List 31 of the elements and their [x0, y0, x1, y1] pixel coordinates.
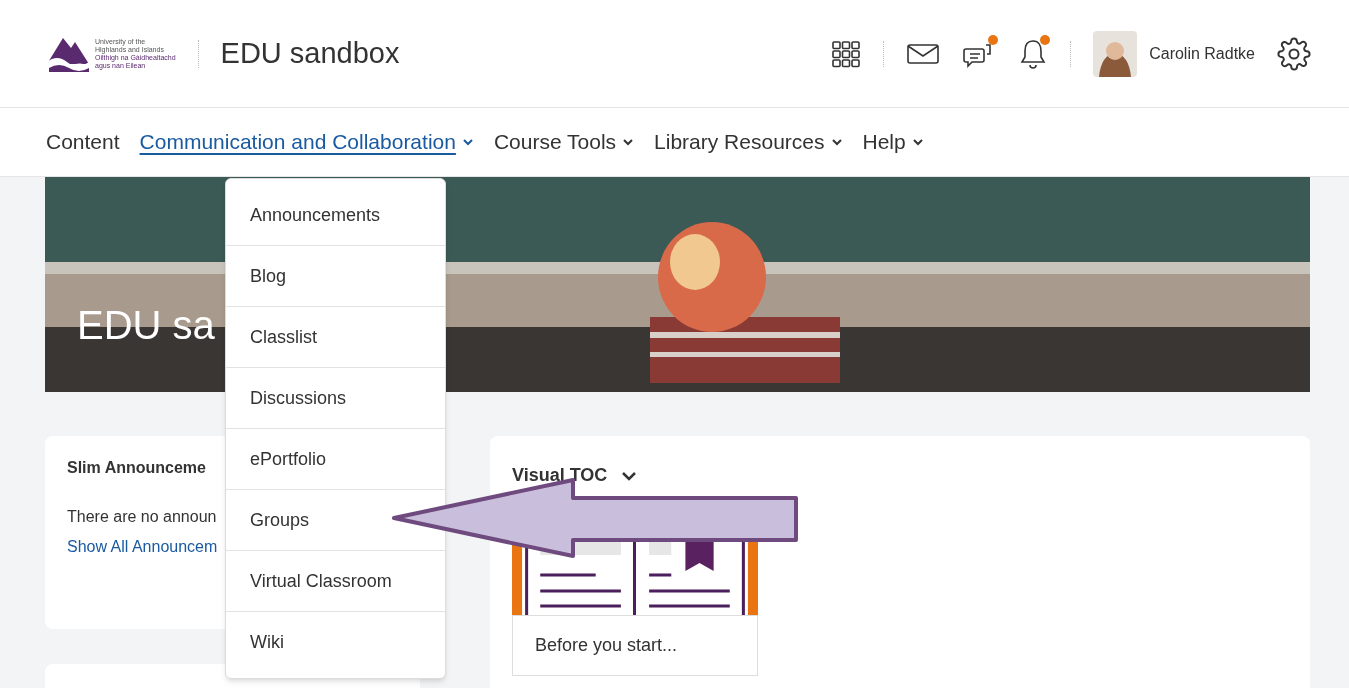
menu-item[interactable]: Groups — [250, 490, 421, 550]
menu-item[interactable]: Classlist — [250, 307, 421, 367]
chevron-down-icon[interactable] — [830, 138, 843, 146]
widget-title: Visual TOC — [512, 464, 608, 487]
nav-menu[interactable]: Communication and Collaboration — [139, 126, 474, 158]
widget-title: Slim Announceme — [67, 458, 206, 478]
chevron-down-icon[interactable] — [911, 138, 924, 146]
user-name[interactable]: Carolin Radtke — [1149, 41, 1255, 66]
menu-item[interactable]: ePortfolio — [250, 429, 421, 489]
chat-icon[interactable] — [962, 36, 997, 71]
nav-menu[interactable]: Course Tools — [493, 126, 635, 158]
chevron-down-icon[interactable] — [621, 470, 638, 481]
nav-menu[interactable]: Library Resources — [654, 126, 843, 158]
nav-menu[interactable]: Help — [862, 126, 924, 158]
avatar-icon[interactable] — [1093, 30, 1138, 77]
menu-item[interactable]: Blog — [250, 246, 421, 306]
nav-menu[interactable]: Content — [46, 126, 120, 158]
menu-item[interactable]: Wiki — [250, 612, 421, 672]
menu-item[interactable]: Discussions — [250, 368, 421, 428]
menu-item[interactable]: Announcements — [250, 185, 421, 245]
menu-item[interactable]: Virtual Classroom — [250, 551, 421, 611]
course-title[interactable]: EDU sandbox — [220, 31, 400, 76]
bell-icon[interactable] — [1018, 36, 1049, 71]
apps-grid-icon[interactable] — [831, 38, 862, 69]
empty-message: There are no announ — [67, 507, 217, 527]
mail-icon[interactable] — [906, 41, 941, 66]
settings-icon[interactable] — [1277, 36, 1311, 71]
chevron-down-icon[interactable] — [622, 138, 635, 146]
show-all-link[interactable]: Show All Announcem — [67, 535, 218, 559]
tile-caption: Before you start... — [512, 615, 758, 676]
chevron-down-icon[interactable] — [461, 138, 474, 146]
